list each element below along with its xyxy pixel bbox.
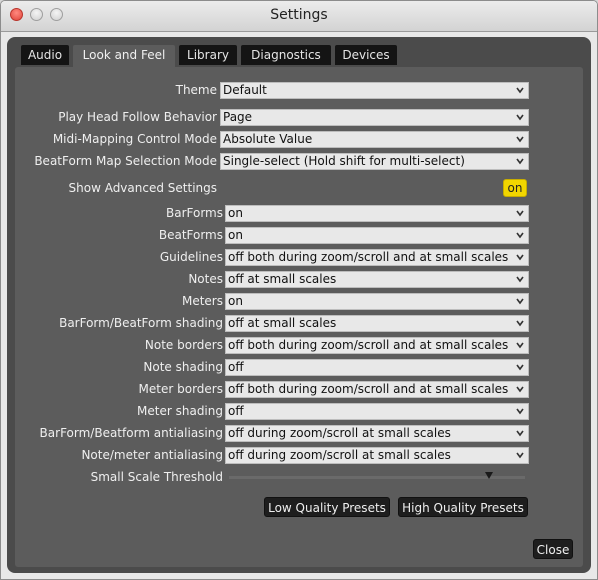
beatform-map-value: Single-select (Hold shift for multi-sele… [223,154,465,168]
play-head-value: Page [223,110,253,124]
beatforms-value: on [228,228,243,242]
barforms-label: BarForms [166,206,223,220]
barform-shading-label: BarForm/BeatForm shading [59,316,223,330]
chevron-down-icon [516,320,524,327]
chevron-down-icon [516,298,524,305]
tab-diagnostics[interactable]: Diagnostics [241,45,331,65]
show-advanced-label: Show Advanced Settings [68,181,218,195]
play-head-select[interactable]: Page [220,109,529,126]
chevron-down-icon [516,254,524,261]
barform-shading-value: off at small scales [228,316,337,330]
guidelines-select[interactable]: off both during zoom/scroll and at small… [225,249,529,266]
barforms-select[interactable]: on [225,205,529,222]
note-shading-value: off [228,360,244,374]
small-scale-threshold-slider[interactable] [229,476,525,479]
chevron-down-icon [516,114,524,121]
barform-shading-select[interactable]: off at small scales [225,315,529,332]
beatforms-label: BeatForms [158,228,223,242]
chevron-down-icon [516,452,524,459]
notes-value: off at small scales [228,272,337,286]
tab-audio[interactable]: Audio [21,45,69,65]
chevron-down-icon [516,232,524,239]
notes-label: Notes [188,272,223,286]
guidelines-value: off both during zoom/scroll and at small… [228,250,509,264]
meter-shading-value: off [228,404,244,418]
beatform-map-select[interactable]: Single-select (Hold shift for multi-sele… [220,153,529,170]
theme-label: Theme [175,83,217,97]
show-advanced-toggle[interactable]: on [503,179,527,197]
note-antialiasing-label: Note/meter antialiasing [81,448,223,462]
window-title: Settings [270,7,328,23]
meters-select[interactable]: on [225,293,529,310]
note-shading-label: Note shading [143,360,223,374]
note-shading-select[interactable]: off [225,359,529,376]
settings-window: Settings Audio Look and Feel Library Dia… [0,0,598,580]
notes-select[interactable]: off at small scales [225,271,529,288]
slider-thumb-handle[interactable] [485,472,494,479]
look-and-feel-panel: Theme Default Play Head Follow Behavior … [15,67,583,567]
meter-borders-select[interactable]: off both during zoom/scroll and at small… [225,381,529,398]
high-quality-presets-button[interactable]: High Quality Presets [398,497,528,517]
meter-shading-label: Meter shading [137,404,223,418]
small-scale-threshold-label: Small Scale Threshold [90,470,223,484]
chevron-down-icon [516,386,524,393]
note-borders-select[interactable]: off both during zoom/scroll and at small… [225,337,529,354]
meters-value: on [228,294,243,308]
title-bar: Settings [1,1,597,32]
chevron-down-icon [516,210,524,217]
chevron-down-icon [516,408,524,415]
beatform-map-label: BeatForm Map Selection Mode [34,154,217,168]
note-borders-value: off both during zoom/scroll and at small… [228,338,509,352]
chevron-down-icon [516,430,524,437]
meter-borders-label: Meter borders [138,382,223,396]
chevron-down-icon [516,87,524,94]
barform-antialiasing-label: BarForm/Beatform antialiasing [39,426,223,440]
tab-library[interactable]: Library [179,45,237,65]
barform-antialiasing-select[interactable]: off during zoom/scroll at small scales [225,425,529,442]
chevron-down-icon [516,276,524,283]
chevron-down-icon [516,364,524,371]
chevron-down-icon [516,158,524,165]
content-area: Audio Look and Feel Library Diagnostics … [7,37,591,573]
chevron-down-icon [516,136,524,143]
barform-antialiasing-value: off during zoom/scroll at small scales [228,426,451,440]
tab-devices[interactable]: Devices [335,45,397,65]
chevron-down-icon [516,342,524,349]
barforms-value: on [228,206,243,220]
meter-shading-select[interactable]: off [225,403,529,420]
midi-mode-value: Absolute Value [223,132,313,146]
midi-mode-select[interactable]: Absolute Value [220,131,529,148]
meters-label: Meters [181,294,223,308]
guidelines-label: Guidelines [159,250,223,264]
meter-borders-value: off both during zoom/scroll and at small… [228,382,509,396]
midi-mode-label: Midi-Mapping Control Mode [52,132,217,146]
theme-value: Default [223,83,267,97]
theme-select[interactable]: Default [220,82,529,99]
close-button[interactable]: Close [533,539,573,559]
note-borders-label: Note borders [144,338,223,352]
low-quality-presets-button[interactable]: Low Quality Presets [264,497,390,517]
beatforms-select[interactable]: on [225,227,529,244]
note-antialiasing-select[interactable]: off during zoom/scroll at small scales [225,447,529,464]
play-head-label: Play Head Follow Behavior [58,110,217,124]
note-antialiasing-value: off during zoom/scroll at small scales [228,448,451,462]
tab-look-and-feel[interactable]: Look and Feel [73,45,175,67]
